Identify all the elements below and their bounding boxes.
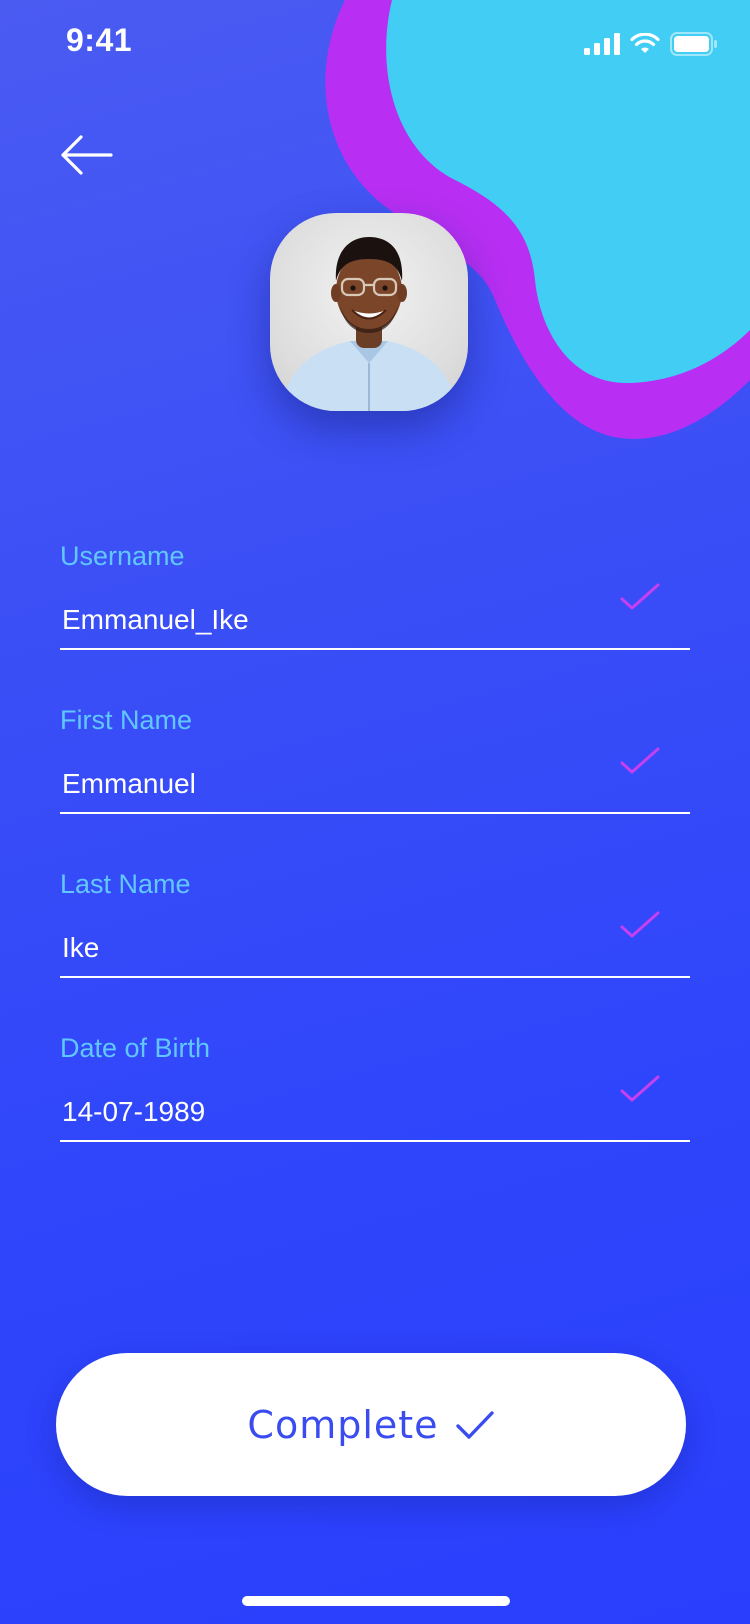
checkmark-icon xyxy=(620,583,660,610)
date-of-birth-input[interactable] xyxy=(60,1090,624,1134)
profile-setup-screen: 9:41 Username Emmanuel_Ike First Name Em… xyxy=(0,0,750,1624)
checkmark-icon xyxy=(455,1410,494,1439)
checkmark-icon xyxy=(620,1075,660,1102)
first-name-row xyxy=(60,747,690,814)
username-label: Username xyxy=(60,541,185,571)
first-name-field: First Name xyxy=(60,700,690,864)
battery-icon xyxy=(670,32,717,56)
last-name-field: Last Name xyxy=(60,864,690,1028)
last-name-input[interactable] xyxy=(60,926,624,970)
profile-form: Username First Name Last Name xyxy=(60,536,690,1192)
first-name-label: First Name xyxy=(60,705,193,735)
wifi-icon xyxy=(630,33,660,53)
date-of-birth-row xyxy=(60,1075,690,1142)
status-icons xyxy=(584,32,718,56)
back-button[interactable] xyxy=(56,130,116,180)
last-name-label: Last Name xyxy=(60,869,191,899)
checkmark-icon xyxy=(620,911,660,938)
cellular-signal-icon xyxy=(584,33,620,55)
complete-button[interactable]: Complete xyxy=(56,1353,686,1496)
username-input[interactable] xyxy=(60,598,624,642)
complete-button-label: Complete xyxy=(247,1402,439,1447)
home-indicator[interactable] xyxy=(242,1596,510,1606)
username-field: Username xyxy=(60,536,690,700)
last-name-row xyxy=(60,911,690,978)
arrow-left-icon xyxy=(61,135,113,175)
date-of-birth-field: Date of Birth xyxy=(60,1028,690,1192)
date-of-birth-label: Date of Birth xyxy=(60,1033,211,1063)
checkmark-icon xyxy=(620,747,660,774)
profile-photo xyxy=(280,237,458,411)
username-row xyxy=(60,583,690,650)
first-name-input[interactable] xyxy=(60,762,624,806)
status-time: 9:41 xyxy=(66,22,133,58)
profile-avatar[interactable] xyxy=(270,213,468,411)
